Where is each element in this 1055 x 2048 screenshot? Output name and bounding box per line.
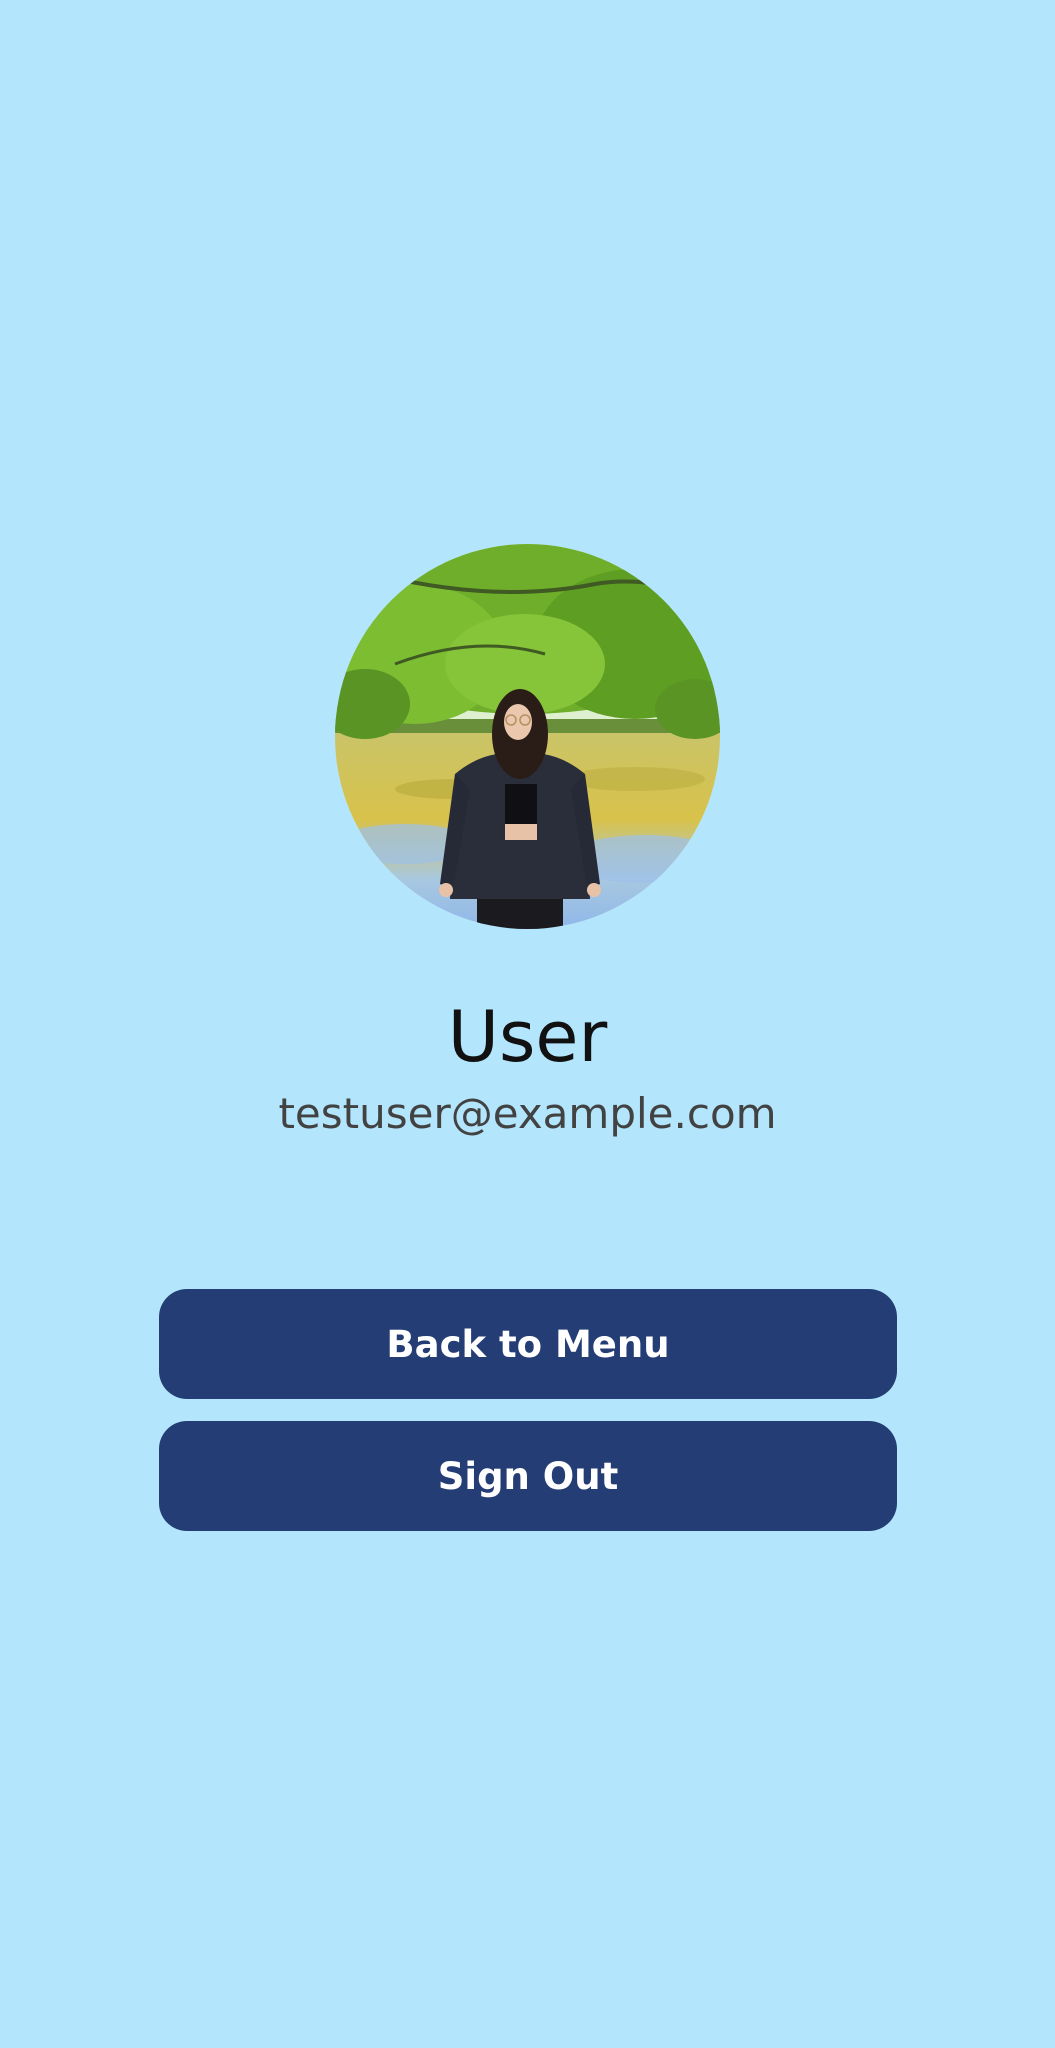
back-to-menu-button[interactable]: Back to Menu bbox=[159, 1289, 897, 1399]
user-name: User bbox=[447, 996, 608, 1078]
sign-out-label: Sign Out bbox=[437, 1454, 619, 1498]
user-email: testuser@example.com bbox=[278, 1089, 777, 1138]
sign-out-button[interactable]: Sign Out bbox=[159, 1421, 897, 1531]
profile-screen: User testuser@example.com Back to Menu S… bbox=[0, 0, 1055, 2048]
back-to-menu-label: Back to Menu bbox=[386, 1322, 670, 1366]
avatar-photo-illustration bbox=[335, 544, 720, 929]
profile-avatar bbox=[335, 544, 720, 929]
